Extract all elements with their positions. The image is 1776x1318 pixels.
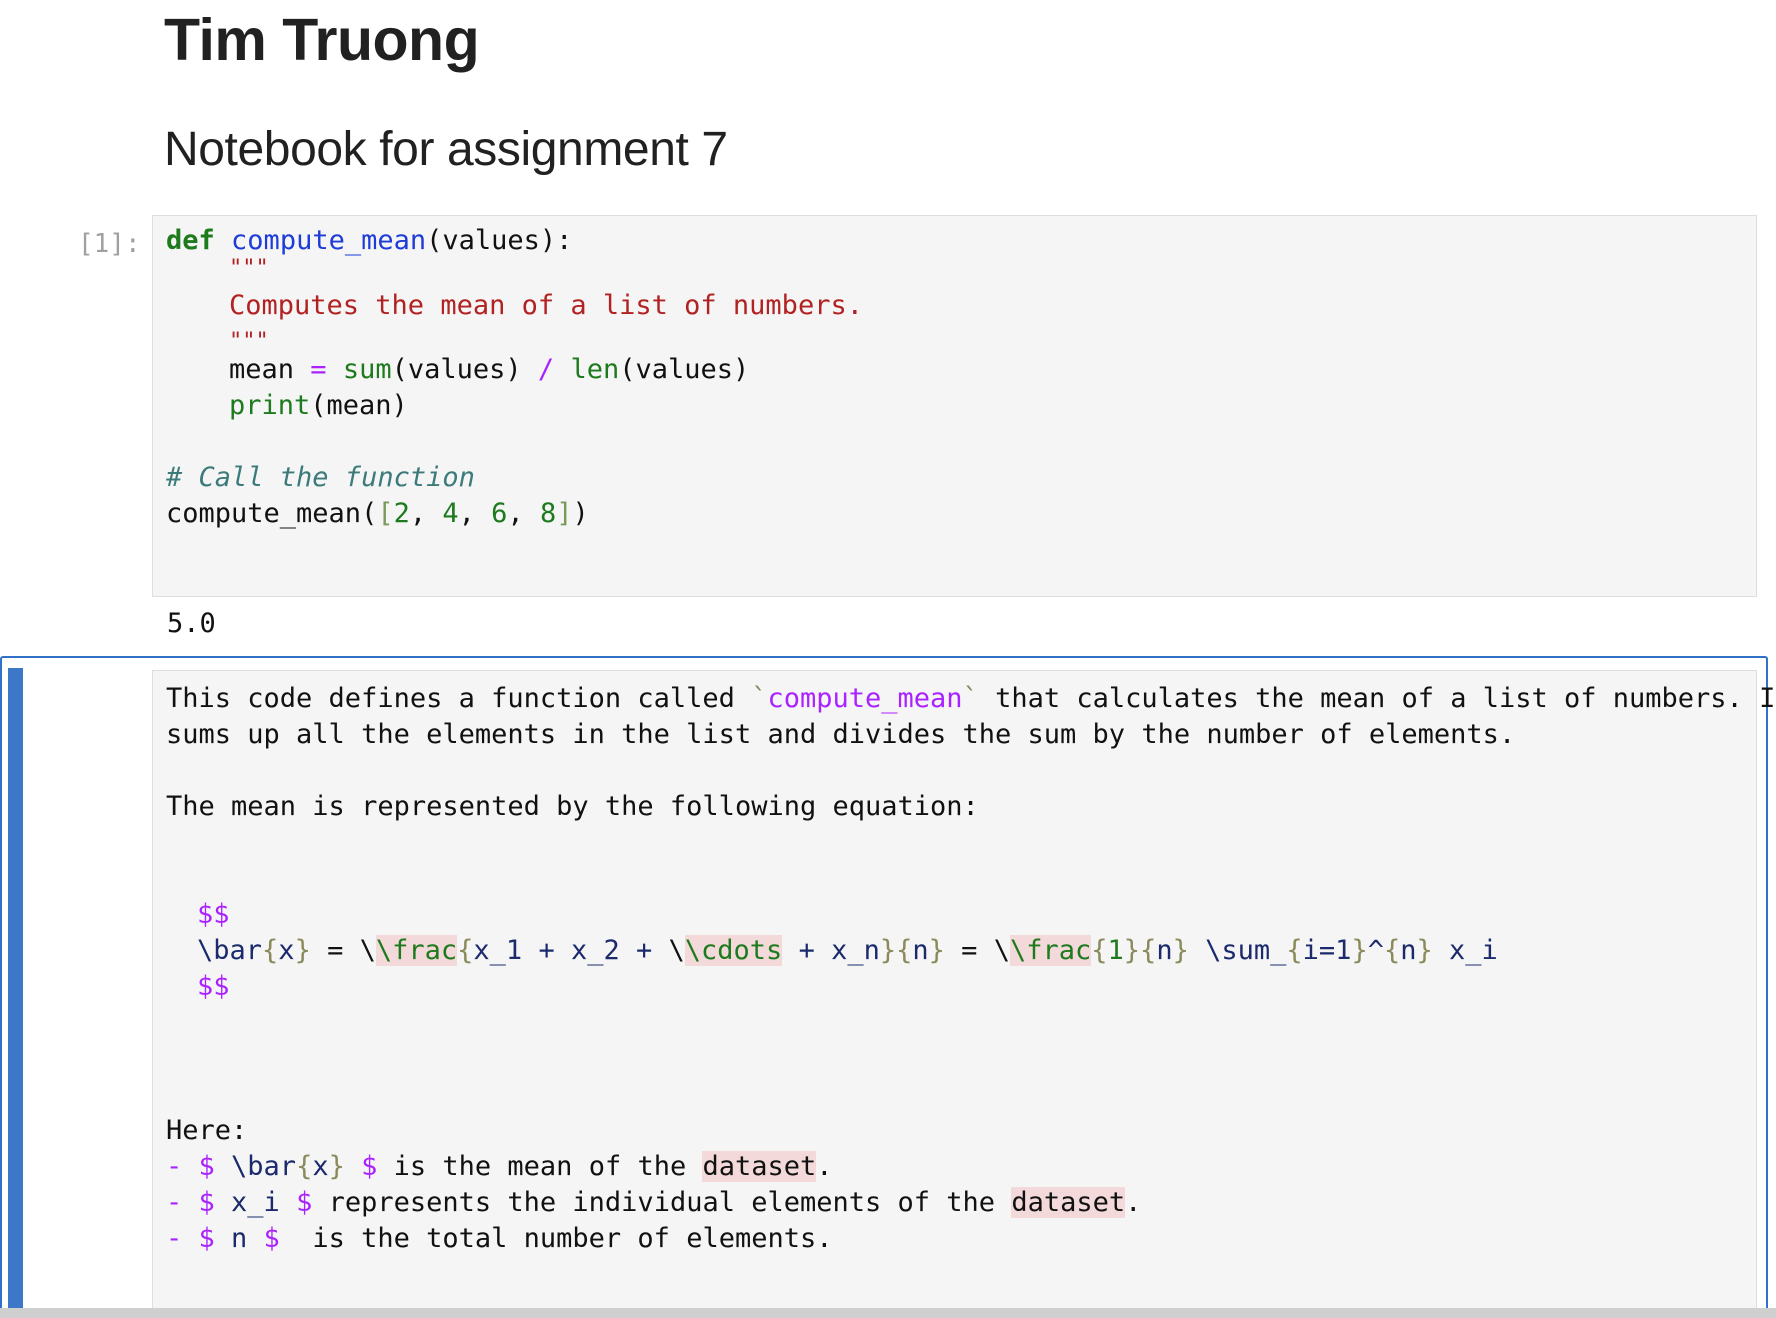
notebook-subtitle: Notebook for assignment 7 <box>164 123 728 176</box>
markdown-cell-editor[interactable]: This code defines a function called `com… <box>152 670 1776 1308</box>
code-line: def compute_mean(values): <box>166 225 573 256</box>
math-delimiter-open: $$ <box>197 899 230 930</box>
markdown-line: Here: <box>166 1115 248 1146</box>
code-line: print(mean) <box>229 390 408 421</box>
markdown-line: sums up all the elements in the list and… <box>166 719 1516 750</box>
markdown-line: This code defines a function called `com… <box>166 683 1776 714</box>
code-line: Computes the mean of a list of numbers. <box>229 290 863 321</box>
list-item: - $ x_i $ represents the individual elem… <box>166 1187 1142 1218</box>
code-line: mean = sum(values) / len(values) <box>229 354 750 385</box>
math-delimiter-close: $$ <box>197 971 230 1002</box>
code-comment: # Call the function <box>166 462 475 493</box>
markdown-line: The mean is represented by the following… <box>166 791 979 822</box>
code-line: compute_mean([2, 4, 6, 8]) <box>166 498 589 529</box>
horizontal-scrollbar[interactable] <box>0 1308 1776 1318</box>
notebook-title: Tim Truong <box>164 7 480 73</box>
list-item: - $ n $ is the total number of elements. <box>166 1223 833 1254</box>
code-line: """ <box>229 256 269 281</box>
code-cell-editor[interactable]: def compute_mean(values): """ Computes t… <box>152 215 1757 597</box>
cell-selection-bar[interactable] <box>8 668 23 1308</box>
execution-count-prompt: [1]: <box>78 229 141 259</box>
cell-output: 5.0 <box>167 608 216 639</box>
list-item: - $ \bar{x} $ is the mean of the dataset… <box>166 1151 833 1182</box>
latex-equation: \bar{x} = \\frac{x_1 + x_2 + \\cdots + x… <box>197 935 1498 966</box>
